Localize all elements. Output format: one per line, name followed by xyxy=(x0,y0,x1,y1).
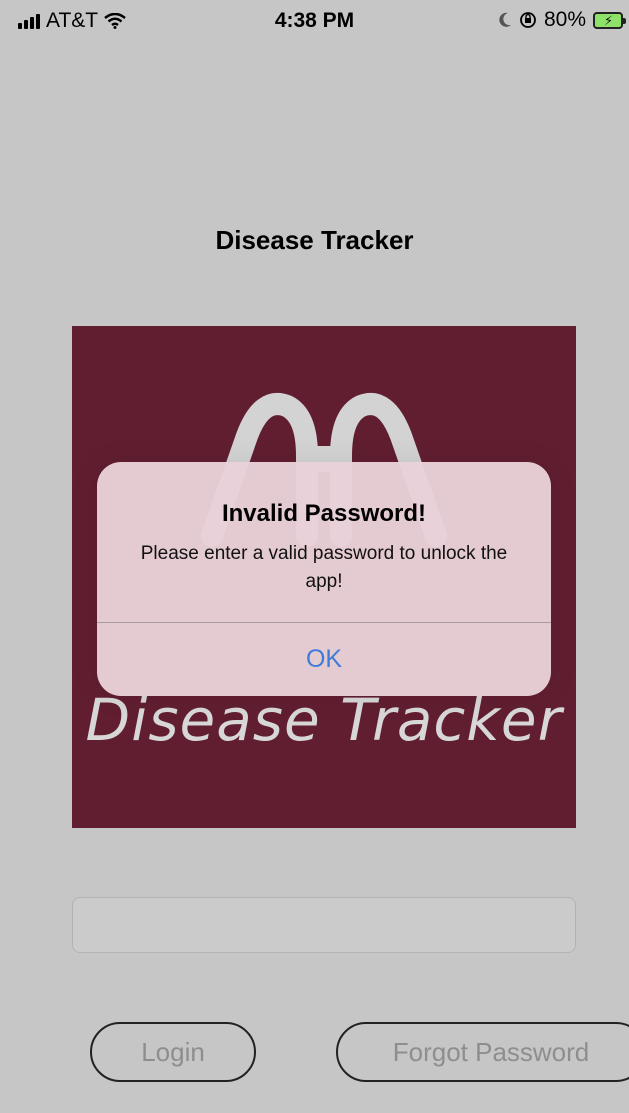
alert-ok-button[interactable]: OK xyxy=(97,623,551,696)
page-title: Disease Tracker xyxy=(215,225,414,255)
alert-message: Please enter a valid password to unlock … xyxy=(140,543,508,592)
status-bar: AT&T 4:38 PM 80% ⚡ xyxy=(0,0,629,44)
moon-icon xyxy=(499,12,511,27)
password-input[interactable] xyxy=(72,897,576,953)
alert-title: Invalid Password! xyxy=(221,500,427,527)
login-button[interactable]: Login xyxy=(90,1022,256,1082)
forgot-password-button[interactable]: Forgot Password xyxy=(336,1022,629,1082)
orientation-lock-icon xyxy=(520,12,536,28)
battery-percent: 80% xyxy=(543,8,586,31)
status-right: 80% ⚡ xyxy=(498,8,626,32)
battery-charging-icon: ⚡ xyxy=(593,11,626,29)
alert-dialog: Invalid Password! Please enter a valid p… xyxy=(97,462,551,696)
logo-text: Disease Tracker xyxy=(85,686,563,754)
